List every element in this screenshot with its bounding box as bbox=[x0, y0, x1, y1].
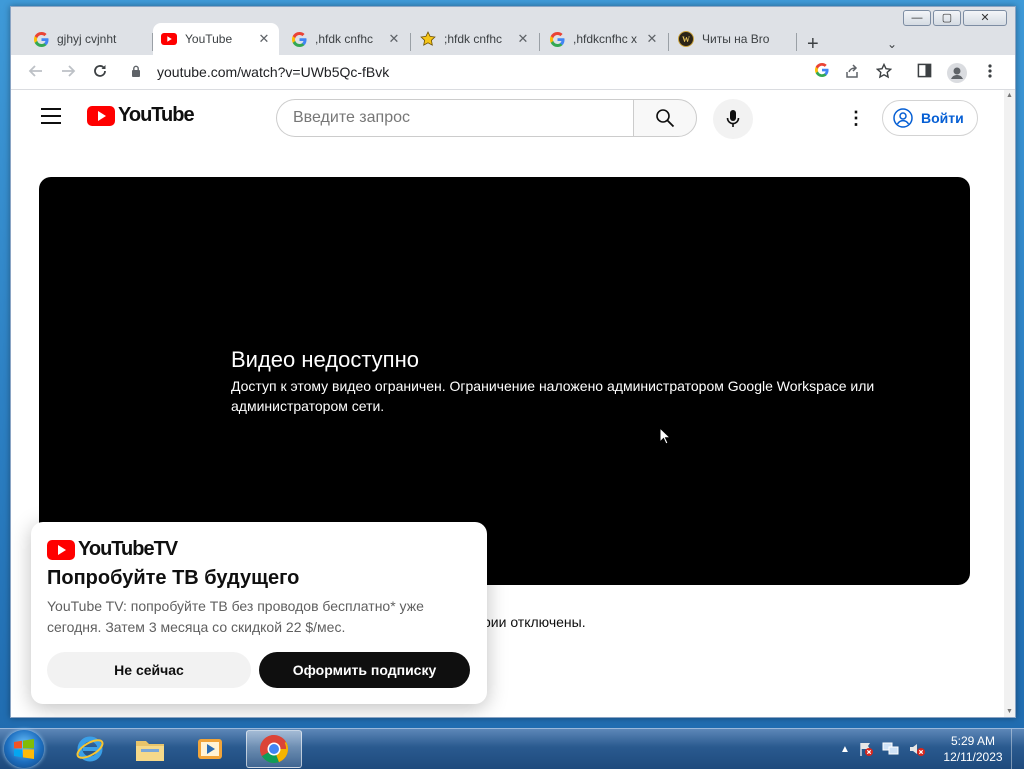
google-lens-icon[interactable] bbox=[813, 63, 831, 81]
volume-muted-icon[interactable] bbox=[908, 741, 926, 757]
back-arrow-icon[interactable] bbox=[27, 63, 45, 81]
windows-logo-icon bbox=[14, 739, 34, 759]
voice-search-button[interactable] bbox=[713, 99, 753, 139]
video-error-description: Доступ к этому видео ограничен. Ограниче… bbox=[231, 378, 875, 414]
scroll-up-arrow-icon[interactable]: ▲ bbox=[1004, 92, 1015, 99]
reload-icon[interactable] bbox=[91, 63, 109, 81]
network-icon[interactable] bbox=[882, 741, 900, 757]
lock-icon[interactable] bbox=[131, 65, 147, 80]
address-bar[interactable]: youtube.com/watch?v=UWb5Qc-fBvk bbox=[123, 57, 903, 87]
youtube-tv-promo-dialog: YouTubeTV Попробуйте ТВ будущего YouTube… bbox=[31, 522, 487, 704]
star-icon bbox=[420, 31, 436, 47]
url-text: youtube.com/watch?v=UWb5Qc-fBvk bbox=[157, 64, 390, 80]
tab-title: ;hfdk cnfhc bbox=[444, 32, 503, 46]
action-center-flag-icon[interactable] bbox=[858, 741, 874, 757]
wow-icon: W bbox=[678, 31, 694, 47]
promo-description: YouTube TV: попробуйте ТВ без проводов б… bbox=[47, 598, 424, 635]
sign-in-button[interactable]: Войти bbox=[882, 100, 978, 136]
mouse-cursor-icon bbox=[659, 427, 671, 445]
not-now-button[interactable]: Не сейчас bbox=[47, 652, 251, 688]
clock-date: 12/11/2023 bbox=[943, 750, 1003, 764]
chrome-window: — ▢ ✕ gjhyj cvjnht YouTube ✕ ,hfdk cnfhc… bbox=[10, 6, 1016, 718]
side-panel-icon[interactable] bbox=[915, 63, 933, 81]
clock-time: 5:29 AM bbox=[950, 734, 996, 748]
search-input[interactable] bbox=[276, 99, 634, 137]
search-button[interactable] bbox=[633, 99, 697, 137]
new-tab-button[interactable]: + bbox=[807, 34, 819, 54]
search-icon bbox=[656, 109, 675, 128]
profile-avatar-icon[interactable] bbox=[947, 63, 967, 83]
google-icon bbox=[291, 31, 307, 47]
video-error-title: Видео недоступно bbox=[231, 347, 419, 372]
media-player-icon[interactable] bbox=[182, 730, 238, 768]
tab-youtube[interactable]: YouTube ✕ bbox=[153, 23, 279, 55]
internet-explorer-icon[interactable] bbox=[62, 730, 118, 768]
show-desktop-button[interactable] bbox=[1011, 729, 1024, 769]
bookmark-star-icon[interactable] bbox=[875, 62, 893, 81]
tab-title: gjhyj cvjnht bbox=[57, 32, 117, 46]
tab-5[interactable]: ,hfdkcnfhc x ✕ bbox=[541, 23, 667, 55]
youtube-page: YouTube ⋮ Войти Видео недоступно Доступ … bbox=[11, 90, 1006, 717]
windows-taskbar: ▲ 5:29 AM 12/11/2023 bbox=[0, 728, 1024, 769]
close-tab-icon[interactable]: ✕ bbox=[257, 31, 271, 47]
youtube-play-icon bbox=[47, 539, 75, 560]
forward-arrow-icon[interactable] bbox=[59, 63, 77, 81]
chrome-menu-icon[interactable] bbox=[981, 63, 999, 81]
file-explorer-icon[interactable] bbox=[122, 730, 178, 768]
close-tab-icon[interactable]: ✕ bbox=[516, 31, 530, 47]
tab-title: ,hfdk cnfhc bbox=[315, 32, 374, 46]
youtube-tv-logo-text: YouTubeTV bbox=[78, 538, 178, 560]
tab-3[interactable]: ,hfdk cnfhc ✕ bbox=[283, 23, 409, 55]
scroll-down-arrow-icon[interactable]: ▼ bbox=[1004, 708, 1015, 715]
start-button[interactable] bbox=[4, 730, 44, 768]
tab-1[interactable]: gjhyj cvjnht bbox=[25, 23, 151, 55]
tab-6[interactable]: W Читы на Bro bbox=[670, 23, 796, 55]
account-circle-icon bbox=[893, 108, 913, 128]
show-hidden-icons-button[interactable]: ▲ bbox=[840, 744, 850, 755]
svg-text:W: W bbox=[682, 35, 690, 44]
system-tray: ▲ bbox=[840, 729, 926, 769]
youtube-tv-logo: YouTubeTV bbox=[47, 538, 178, 561]
browser-toolbar: youtube.com/watch?v=UWb5Qc-fBvk bbox=[11, 55, 1015, 90]
promo-title: Попробуйте ТВ будущего bbox=[47, 567, 300, 589]
google-icon bbox=[549, 31, 565, 47]
tab-title: YouTube bbox=[185, 32, 233, 46]
sign-in-label: Войти bbox=[921, 110, 964, 126]
tab-4[interactable]: ;hfdk cnfhc ✕ bbox=[412, 23, 538, 55]
share-icon[interactable] bbox=[843, 63, 861, 81]
more-options-icon[interactable]: ⋮ bbox=[847, 108, 865, 128]
system-clock[interactable]: 5:29 AM 12/11/2023 bbox=[940, 733, 1006, 765]
close-tab-icon[interactable]: ✕ bbox=[645, 31, 659, 47]
microphone-icon bbox=[726, 110, 740, 127]
youtube-icon bbox=[161, 31, 177, 47]
comments-disabled-text: рии отключены. bbox=[483, 614, 586, 630]
youtube-logo[interactable]: YouTube bbox=[87, 104, 195, 127]
tab-search-button[interactable]: ⌄ bbox=[887, 37, 897, 51]
close-tab-icon[interactable]: ✕ bbox=[387, 31, 401, 47]
youtube-logo-text: YouTube bbox=[118, 104, 195, 126]
tab-title: Читы на Bro bbox=[702, 32, 770, 46]
chrome-icon[interactable] bbox=[246, 730, 302, 768]
page-scrollbar[interactable]: ▲ ▼ bbox=[1004, 90, 1015, 717]
hamburger-menu-icon[interactable] bbox=[41, 108, 61, 129]
tab-strip: gjhyj cvjnht YouTube ✕ ,hfdk cnfhc ✕ ;hf… bbox=[11, 19, 1015, 55]
youtube-play-icon bbox=[87, 105, 115, 126]
tab-title: ,hfdkcnfhc x bbox=[573, 32, 638, 46]
google-icon bbox=[33, 31, 49, 47]
subscribe-button[interactable]: Оформить подписку bbox=[259, 652, 470, 688]
